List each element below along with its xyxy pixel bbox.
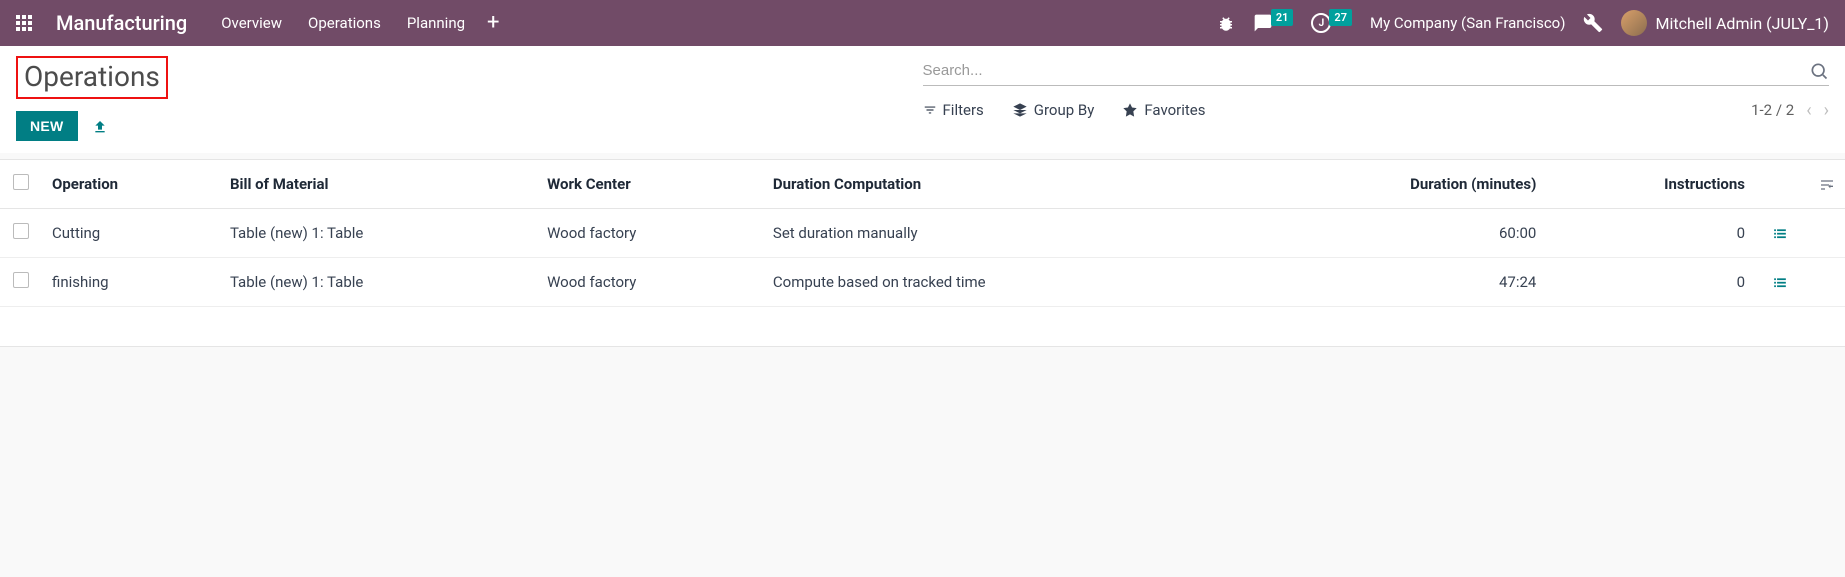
app-brand[interactable]: Manufacturing [56,11,187,35]
cell-durcomp: Compute based on tracked time [763,257,1244,306]
cp-left: Operations NEW [16,56,923,141]
nav-operations[interactable]: Operations [304,8,385,38]
cell-duration: 60:00 [1244,208,1546,257]
groupby-button[interactable]: Group By [1012,101,1095,119]
cell-bom: Table (new) 1: Table [220,208,537,257]
user-name: Mitchell Admin (JULY_1) [1655,14,1829,33]
star-icon [1122,102,1138,118]
checkbox-icon[interactable] [13,223,29,239]
search-row [923,56,1830,86]
navbar-right: 21 J 27 My Company (San Francisco) Mitch… [1217,10,1829,36]
tools-icon[interactable] [1583,13,1603,34]
control-panel: Operations NEW Filters Group By [0,46,1845,153]
list-icon[interactable] [1772,224,1788,242]
bug-icon[interactable] [1217,13,1235,33]
new-button[interactable]: NEW [16,111,78,141]
cell-operation: Cutting [42,208,220,257]
upload-icon[interactable] [92,116,108,135]
cell-workcenter: Wood factory [537,208,763,257]
col-settings[interactable] [1805,160,1845,209]
activities-badge: 27 [1329,9,1352,26]
cell-durcomp: Set duration manually [763,208,1244,257]
pager-next-icon[interactable]: › [1824,100,1829,121]
cell-operation: finishing [42,257,220,306]
navbar-left: Manufacturing Overview Operations Planni… [16,8,500,38]
favorites-label: Favorites [1144,101,1205,119]
company-switcher[interactable]: My Company (San Francisco) [1370,14,1565,32]
cell-instructions: 0 [1546,257,1755,306]
activities-icon[interactable]: J 27 [1311,13,1352,33]
col-row-actions [1755,160,1805,209]
search-icon[interactable] [1809,60,1829,81]
checkbox-icon[interactable] [13,272,29,288]
user-menu[interactable]: Mitchell Admin (JULY_1) [1621,10,1829,36]
page-title: Operations [16,56,168,99]
list-view: Operation Bill of Material Work Center D… [0,159,1845,347]
table-spacer [0,306,1845,346]
cell-bom: Table (new) 1: Table [220,257,537,306]
messages-badge: 21 [1271,9,1294,26]
operations-table: Operation Bill of Material Work Center D… [0,160,1845,347]
top-navbar: Manufacturing Overview Operations Planni… [0,0,1845,46]
nav-planning[interactable]: Planning [403,8,469,38]
filters-button[interactable]: Filters [923,101,984,119]
col-duration[interactable]: Duration (minutes) [1244,160,1546,209]
col-check-all[interactable] [0,160,42,209]
favorites-button[interactable]: Favorites [1122,101,1205,119]
table-row[interactable]: Cutting Table (new) 1: Table Wood factor… [0,208,1845,257]
col-instructions[interactable]: Instructions [1546,160,1755,209]
funnel-icon [923,103,937,117]
groupby-label: Group By [1034,101,1095,119]
filter-row: Filters Group By Favorites 1-2 / 2 ‹ › [923,100,1830,121]
plus-icon[interactable]: + [487,12,499,34]
col-workcenter[interactable]: Work Center [537,160,763,209]
filters-label: Filters [943,101,984,119]
list-icon[interactable] [1772,273,1788,291]
nav-overview[interactable]: Overview [217,8,286,38]
table-header-row: Operation Bill of Material Work Center D… [0,160,1845,209]
apps-icon[interactable] [16,15,32,31]
avatar [1621,10,1647,36]
cell-duration: 47:24 [1244,257,1546,306]
search-input[interactable] [923,62,1810,79]
cell-instructions: 0 [1546,208,1755,257]
pager-text[interactable]: 1-2 / 2 [1751,101,1794,119]
clock-icon: J [1311,13,1331,33]
cp-right: Filters Group By Favorites 1-2 / 2 ‹ › [923,56,1830,141]
pager: 1-2 / 2 ‹ › [1751,100,1829,121]
pager-prev-icon[interactable]: ‹ [1806,100,1811,121]
checkbox-icon[interactable] [13,174,29,190]
messages-icon[interactable]: 21 [1253,13,1294,33]
cell-workcenter: Wood factory [537,257,763,306]
sliders-icon [1819,177,1835,193]
col-bom[interactable]: Bill of Material [220,160,537,209]
col-durcomp[interactable]: Duration Computation [763,160,1244,209]
col-operation[interactable]: Operation [42,160,220,209]
cp-actions: NEW [16,111,923,141]
table-row[interactable]: finishing Table (new) 1: Table Wood fact… [0,257,1845,306]
layers-icon [1012,102,1028,118]
